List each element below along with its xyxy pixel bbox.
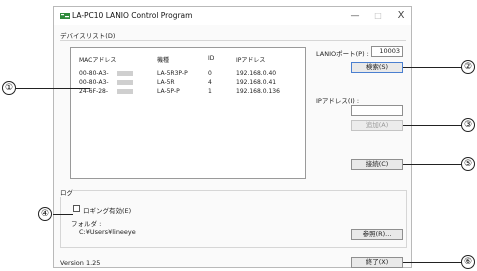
ip-address-input[interactable]	[351, 105, 403, 116]
log-group-bottom-border	[60, 247, 407, 248]
exit-button[interactable]: 終了(X)	[351, 257, 403, 268]
row-ip: 192.168.0.41	[236, 79, 277, 86]
row-model: LA-5R	[157, 79, 175, 86]
main-window: LA-PC10 LANIO Control Program — □ X デバイス…	[53, 6, 412, 268]
close-button[interactable]: X	[390, 9, 412, 23]
connect-button[interactable]: 接続(C)	[351, 159, 403, 170]
add-button[interactable]: 追加(A)	[351, 120, 403, 131]
callout-6: ⑥	[461, 255, 475, 269]
row-mac: 00-80-A3-	[79, 79, 109, 86]
minimize-button[interactable]: —	[344, 9, 366, 23]
redacted-mac	[117, 80, 133, 85]
row-mac: 00-80-A3-	[79, 70, 109, 77]
row-mac: 24-6F-28-	[79, 88, 109, 95]
lanio-port-label: LANIOポート(P) :	[316, 50, 369, 58]
folder-path: C:¥Users¥lineeye	[79, 228, 136, 236]
device-list-label: デバイスリスト(D)	[60, 32, 116, 40]
app-icon	[60, 13, 70, 19]
browse-button[interactable]: 参照(R)...	[351, 229, 403, 240]
column-header-model[interactable]: 機種	[157, 55, 169, 64]
row-model: LA-5P-P	[157, 88, 180, 95]
row-model: LA-5R3P-P	[157, 70, 188, 77]
callout-5-leader	[403, 164, 463, 165]
title-bar: LA-PC10 LANIO Control Program — □ X	[54, 7, 411, 25]
search-button[interactable]: 検索(S)	[351, 62, 403, 73]
column-header-ip[interactable]: IPアドレス	[236, 55, 265, 64]
column-header-id[interactable]: ID	[208, 55, 214, 62]
callout-5: ⑤	[461, 157, 475, 171]
folder-label: フォルダ :	[71, 220, 102, 228]
version-label: Version 1.25	[60, 259, 101, 267]
ip-address-label: IPアドレス(I) :	[316, 97, 360, 105]
callout-2-leader	[403, 67, 463, 68]
row-ip: 192.168.0.136	[236, 88, 280, 95]
log-group-label: ログ	[60, 189, 73, 197]
redacted-mac	[117, 71, 133, 76]
callout-3: ③	[461, 118, 475, 132]
callout-1: ①	[2, 81, 16, 95]
callout-4: ④	[38, 207, 52, 221]
device-list[interactable]: MACアドレス 機種 ID IPアドレス 00-80-A3- LA-5R3P-P…	[70, 47, 306, 179]
callout-4-leader	[53, 214, 73, 215]
callout-2: ②	[461, 60, 475, 74]
redacted-mac	[117, 89, 133, 94]
maximize-button[interactable]: □	[367, 9, 389, 23]
log-group-top-border	[72, 190, 406, 191]
logging-checkbox-label[interactable]: ロギング有効(E)	[83, 205, 131, 215]
log-group-right-border	[406, 190, 407, 247]
row-id: 0	[208, 70, 212, 77]
lanio-port-input[interactable]: 10003	[371, 46, 403, 57]
row-ip: 192.168.0.40	[236, 70, 277, 77]
callout-1-leader	[16, 88, 90, 89]
callout-6-leader	[403, 262, 463, 263]
logging-checkbox[interactable]	[73, 205, 80, 212]
device-group-top-border	[60, 40, 406, 41]
column-header-mac[interactable]: MACアドレス	[79, 55, 116, 64]
callout-3-leader	[403, 125, 463, 126]
window-title: LA-PC10 LANIO Control Program	[72, 11, 193, 20]
log-group-left-border	[60, 197, 61, 247]
row-id: 4	[208, 79, 212, 86]
row-id: 1	[208, 88, 212, 95]
